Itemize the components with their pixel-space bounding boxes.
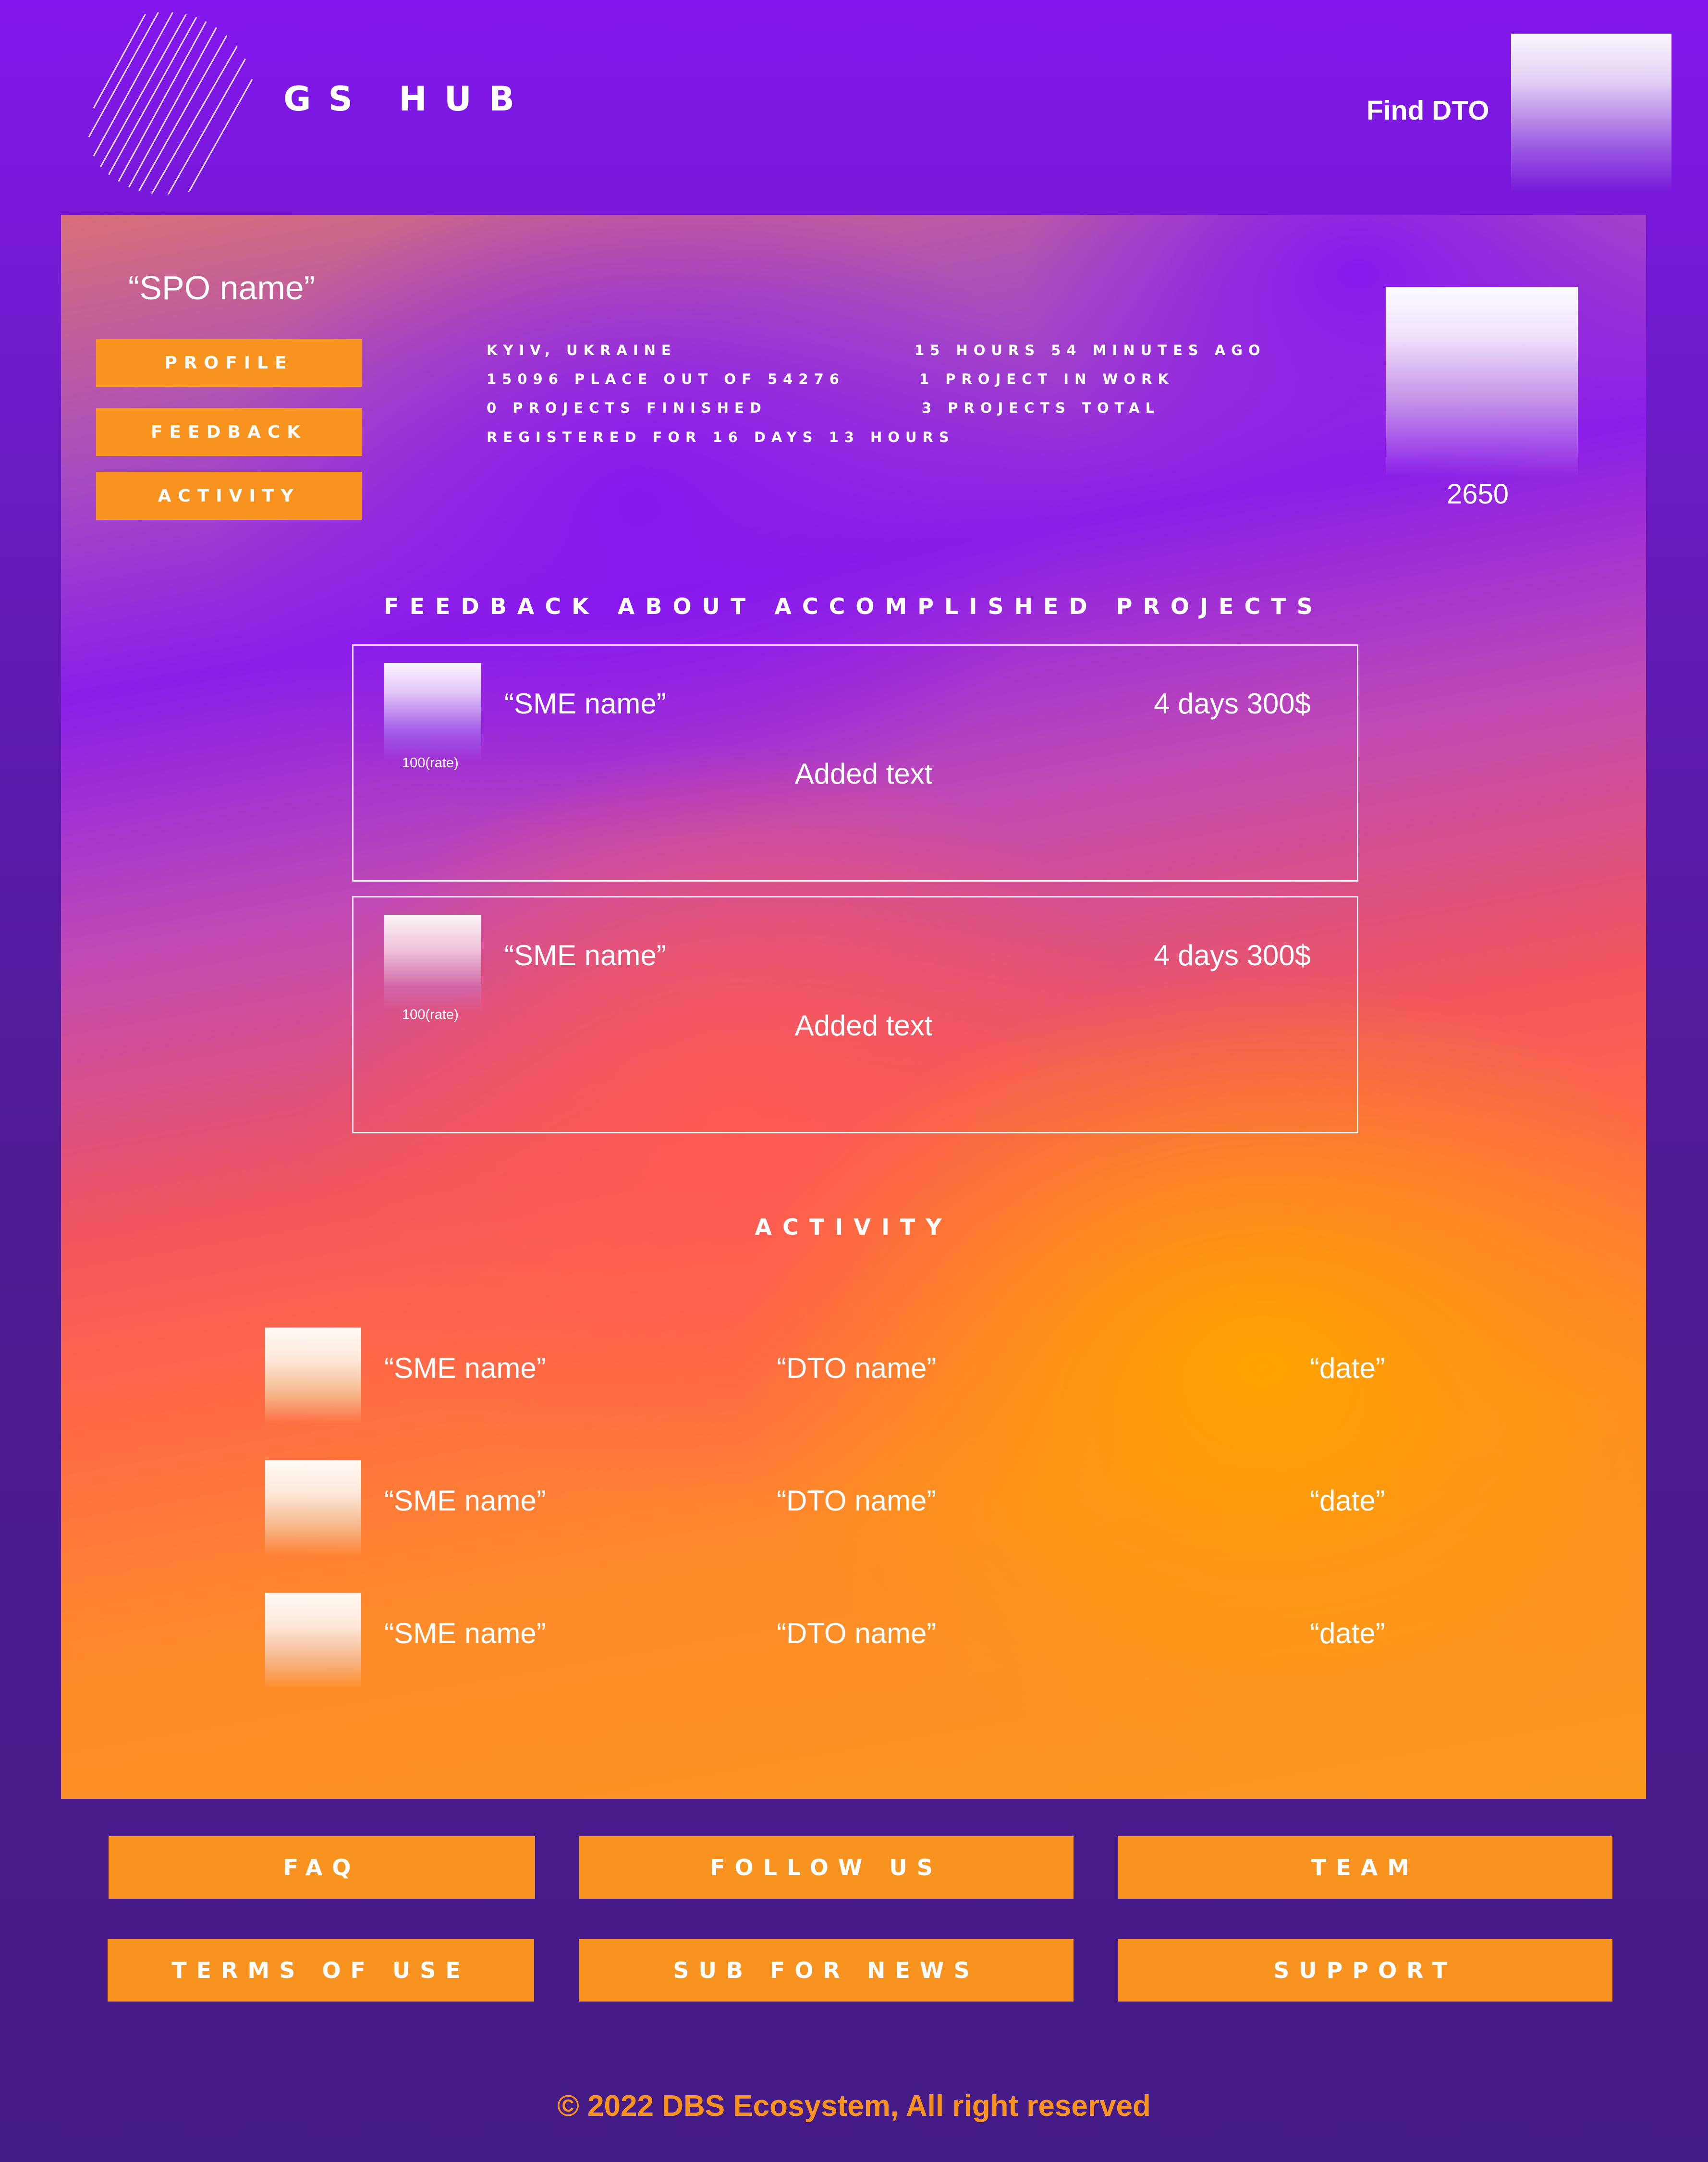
feedback-section-title: FEEDBACK ABOUT ACCOMPLISHED PROJECTS — [384, 593, 1323, 619]
projects-in-work-text: 1 PROJECT IN WORK — [919, 371, 1174, 387]
sme-avatar — [384, 663, 481, 760]
spo-name: “SPO name” — [128, 269, 315, 307]
faq-button[interactable]: FAQ — [109, 1836, 535, 1899]
dto-name[interactable]: “DTO name” — [777, 1617, 936, 1650]
last-seen-text: 15 HOURS 54 MINUTES AGO — [915, 342, 1266, 358]
follow-us-button[interactable]: FOLLOW US — [579, 1836, 1074, 1899]
feedback-item[interactable]: 100(rate) “SME name” 4 days 300$ Added t… — [352, 896, 1358, 1133]
team-button[interactable]: TEAM — [1118, 1836, 1612, 1899]
sme-name[interactable]: “SME name” — [384, 1351, 546, 1385]
project-meta: 4 days 300$ — [1154, 939, 1311, 971]
feedback-text: Added text — [794, 758, 933, 790]
project-meta: 4 days 300$ — [1154, 688, 1311, 720]
sme-name[interactable]: “SME name” — [504, 687, 666, 720]
projects-finished-text: 0 PROJECTS FINISHED — [487, 400, 767, 416]
activity-date: “date” — [1310, 1617, 1385, 1649]
activity-row[interactable]: “SME name” “DTO name” “date” — [61, 1593, 1646, 1689]
sme-avatar — [265, 1593, 361, 1689]
copyright-text: © 2022 DBS Ecosystem, All right reserved — [557, 2089, 1151, 2123]
profile-card: “SPO name” PROFILE FEEDBACK ACTIVITY KYI… — [61, 215, 1646, 1799]
rank-text: 15096 PLACE OUT OF 54276 — [487, 371, 845, 387]
sme-name[interactable]: “SME name” — [384, 1617, 546, 1650]
sme-avatar — [265, 1460, 361, 1556]
feedback-button[interactable]: FEEDBACK — [96, 408, 362, 456]
terms-of-use-button[interactable]: TERMS OF USE — [108, 1939, 534, 2002]
support-button[interactable]: SUPPORT — [1118, 1939, 1612, 2002]
sub-for-news-button[interactable]: SUB FOR NEWS — [579, 1939, 1074, 2002]
sme-avatar — [384, 915, 481, 1012]
sme-name[interactable]: “SME name” — [384, 1484, 546, 1517]
activity-section-title: ACTIVITY — [755, 1214, 952, 1240]
activity-date: “date” — [1310, 1485, 1385, 1517]
sme-name[interactable]: “SME name” — [504, 939, 666, 972]
activity-date: “date” — [1310, 1352, 1385, 1384]
activity-row[interactable]: “SME name” “DTO name” “date” — [61, 1460, 1646, 1556]
profile-button[interactable]: PROFILE — [96, 339, 362, 387]
sme-avatar — [265, 1327, 361, 1424]
user-avatar[interactable] — [1511, 34, 1671, 192]
feedback-text: Added text — [794, 1009, 933, 1042]
projects-total-text: 3 PROJECTS TOTAL — [922, 400, 1160, 416]
profile-avatar — [1386, 287, 1578, 478]
logo-icon[interactable] — [74, 12, 257, 195]
location-text: KYIV, UKRAINE — [487, 342, 677, 358]
activity-button[interactable]: ACTIVITY — [96, 472, 362, 520]
dto-name[interactable]: “DTO name” — [777, 1351, 936, 1385]
find-dto-link[interactable]: Find DTO — [1366, 95, 1489, 126]
score-value: 2650 — [1447, 479, 1509, 510]
dto-name[interactable]: “DTO name” — [777, 1484, 936, 1517]
brand-title[interactable]: GS HUB — [283, 79, 532, 119]
feedback-item[interactable]: 100(rate) “SME name” 4 days 300$ Added t… — [352, 644, 1358, 882]
registered-text: REGISTERED FOR 16 DAYS 13 HOURS — [487, 429, 955, 445]
activity-row[interactable]: “SME name” “DTO name” “date” — [61, 1327, 1646, 1424]
